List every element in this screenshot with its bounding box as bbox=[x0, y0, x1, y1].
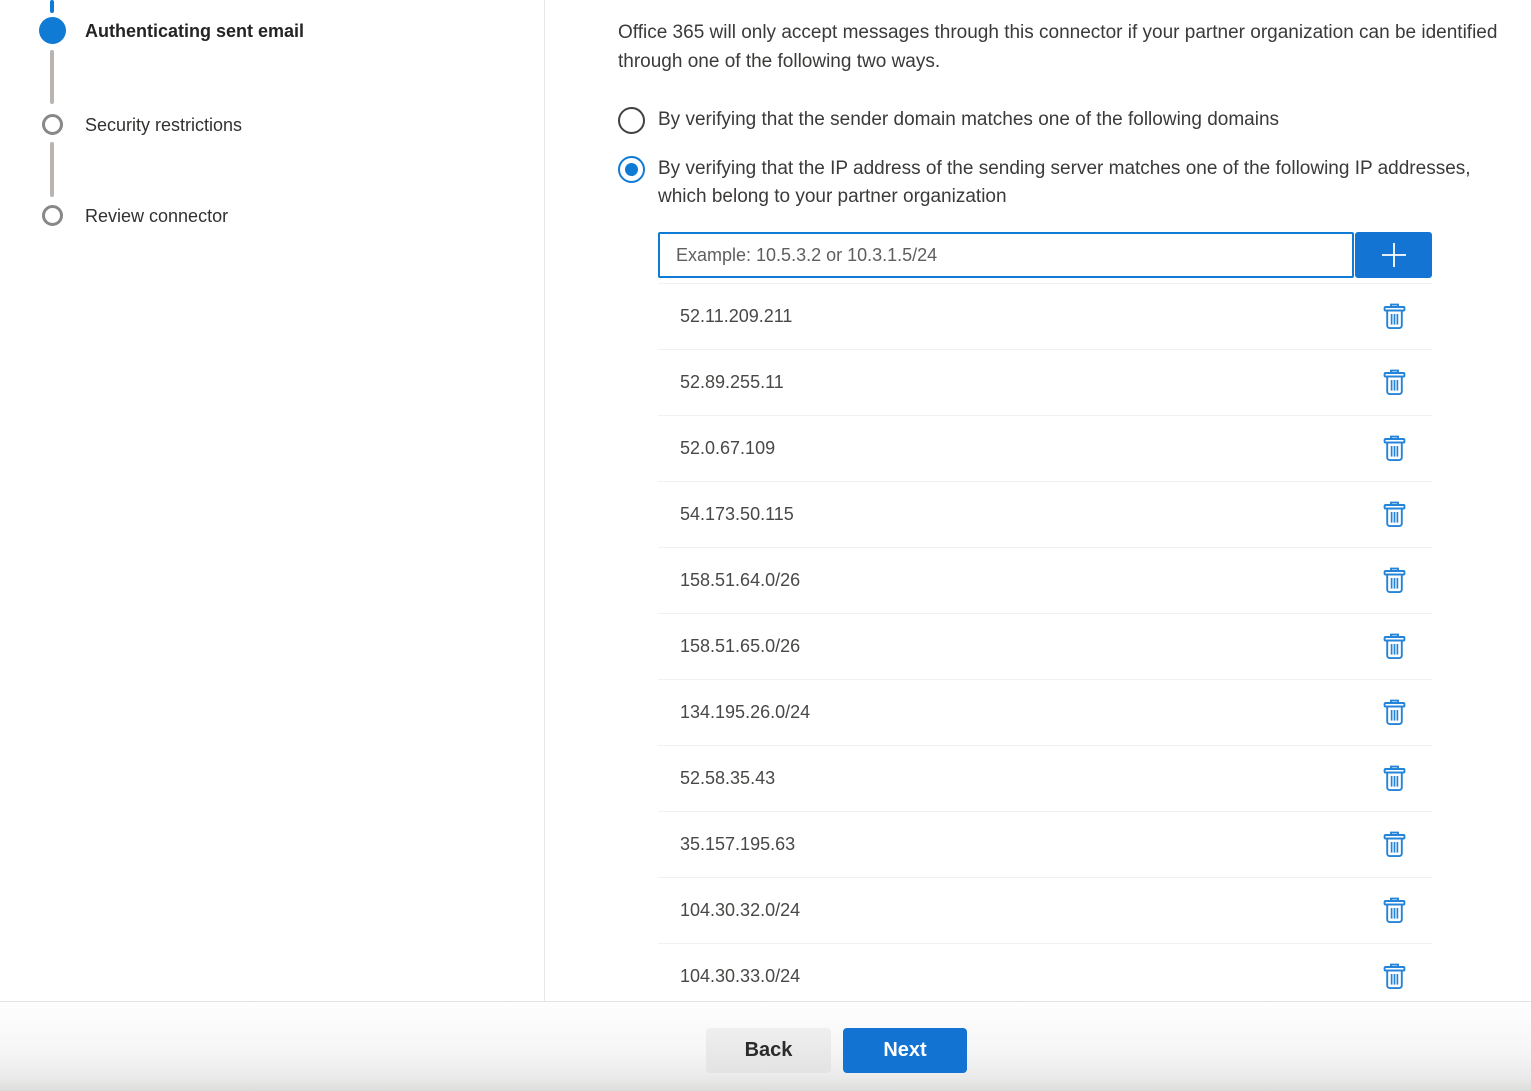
step-content-panel: Office 365 will only accept messages thr… bbox=[545, 0, 1531, 1001]
delete-ip-button[interactable] bbox=[1381, 961, 1408, 992]
step-connector-line bbox=[50, 50, 54, 104]
delete-ip-button[interactable] bbox=[1381, 499, 1408, 530]
connector-wizard-screen: Authenticating sent email Security restr… bbox=[0, 0, 1531, 1091]
ip-address-text: 35.157.195.63 bbox=[680, 834, 795, 855]
radio-sender-domain[interactable] bbox=[618, 107, 645, 134]
step-empty-dot bbox=[42, 205, 63, 226]
radio-selected-dot bbox=[625, 163, 638, 176]
step-connector-line bbox=[50, 142, 54, 197]
delete-ip-button[interactable] bbox=[1381, 829, 1408, 860]
trash-icon bbox=[1383, 897, 1406, 924]
ip-input-row bbox=[658, 232, 1432, 278]
ip-address-text: 52.58.35.43 bbox=[680, 768, 775, 789]
trash-icon bbox=[1383, 831, 1406, 858]
ip-address-text: 52.89.255.11 bbox=[680, 372, 784, 393]
option-ip-address-label: By verifying that the IP address of the … bbox=[658, 155, 1490, 211]
trash-icon bbox=[1383, 699, 1406, 726]
delete-ip-button[interactable] bbox=[1381, 895, 1408, 926]
ip-row: 158.51.65.0/26 bbox=[658, 614, 1432, 680]
ip-section: 52.11.209.211 52.89.255.11 bbox=[658, 232, 1513, 1010]
trash-icon bbox=[1383, 633, 1406, 660]
delete-ip-button[interactable] bbox=[1381, 565, 1408, 596]
option-ip-address: By verifying that the IP address of the … bbox=[618, 155, 1513, 211]
trash-icon bbox=[1383, 369, 1406, 396]
sidebar-step-security-restrictions[interactable]: Security restrictions bbox=[85, 114, 242, 136]
back-button[interactable]: Back bbox=[706, 1028, 831, 1073]
trash-icon bbox=[1383, 963, 1406, 990]
verification-options: By verifying that the sender domain matc… bbox=[618, 106, 1513, 211]
wizard-footer: Back Next bbox=[0, 1001, 1531, 1091]
delete-ip-button[interactable] bbox=[1381, 697, 1408, 728]
trash-icon bbox=[1383, 567, 1406, 594]
trash-icon bbox=[1383, 303, 1406, 330]
ip-input[interactable] bbox=[658, 232, 1354, 278]
radio-ip-address[interactable] bbox=[618, 156, 645, 183]
ip-row: 104.30.32.0/24 bbox=[658, 878, 1432, 944]
ip-row: 158.51.64.0/26 bbox=[658, 548, 1432, 614]
ip-row: 52.89.255.11 bbox=[658, 350, 1432, 416]
delete-ip-button[interactable] bbox=[1381, 367, 1408, 398]
step-empty-dot bbox=[42, 114, 63, 135]
step-description: Office 365 will only accept messages thr… bbox=[618, 18, 1513, 76]
ip-address-text: 52.11.209.211 bbox=[680, 306, 792, 327]
ip-address-text: 54.173.50.115 bbox=[680, 504, 794, 525]
next-button[interactable]: Next bbox=[843, 1028, 967, 1073]
ip-address-text: 158.51.65.0/26 bbox=[680, 636, 800, 657]
ip-address-text: 158.51.64.0/26 bbox=[680, 570, 800, 591]
option-sender-domain-label: By verifying that the sender domain matc… bbox=[658, 106, 1279, 134]
ip-row: 52.58.35.43 bbox=[658, 746, 1432, 812]
ip-address-text: 104.30.33.0/24 bbox=[680, 966, 800, 987]
add-ip-button[interactable] bbox=[1355, 232, 1432, 278]
delete-ip-button[interactable] bbox=[1381, 631, 1408, 662]
step-active-dot bbox=[39, 17, 66, 44]
wizard-main-area: Authenticating sent email Security restr… bbox=[0, 0, 1531, 1001]
ip-row: 54.173.50.115 bbox=[658, 482, 1432, 548]
delete-ip-button[interactable] bbox=[1381, 301, 1408, 332]
ip-address-text: 104.30.32.0/24 bbox=[680, 900, 800, 921]
trash-icon bbox=[1383, 765, 1406, 792]
wizard-steps-sidebar: Authenticating sent email Security restr… bbox=[0, 0, 545, 1001]
option-sender-domain: By verifying that the sender domain matc… bbox=[618, 106, 1513, 134]
ip-address-list: 52.11.209.211 52.89.255.11 bbox=[658, 283, 1432, 1010]
trash-icon bbox=[1383, 435, 1406, 462]
ip-row: 35.157.195.63 bbox=[658, 812, 1432, 878]
trash-icon bbox=[1383, 501, 1406, 528]
ip-row: 52.0.67.109 bbox=[658, 416, 1432, 482]
delete-ip-button[interactable] bbox=[1381, 433, 1408, 464]
ip-row: 134.195.26.0/24 bbox=[658, 680, 1432, 746]
ip-row: 52.11.209.211 bbox=[658, 284, 1432, 350]
delete-ip-button[interactable] bbox=[1381, 763, 1408, 794]
ip-address-text: 52.0.67.109 bbox=[680, 438, 775, 459]
ip-address-text: 134.195.26.0/24 bbox=[680, 702, 810, 723]
sidebar-step-authenticating-sent-email[interactable]: Authenticating sent email bbox=[85, 20, 304, 42]
sidebar-step-review-connector[interactable]: Review connector bbox=[85, 205, 228, 227]
plus-icon bbox=[1378, 239, 1410, 271]
step-connector-line-completed bbox=[50, 0, 54, 13]
